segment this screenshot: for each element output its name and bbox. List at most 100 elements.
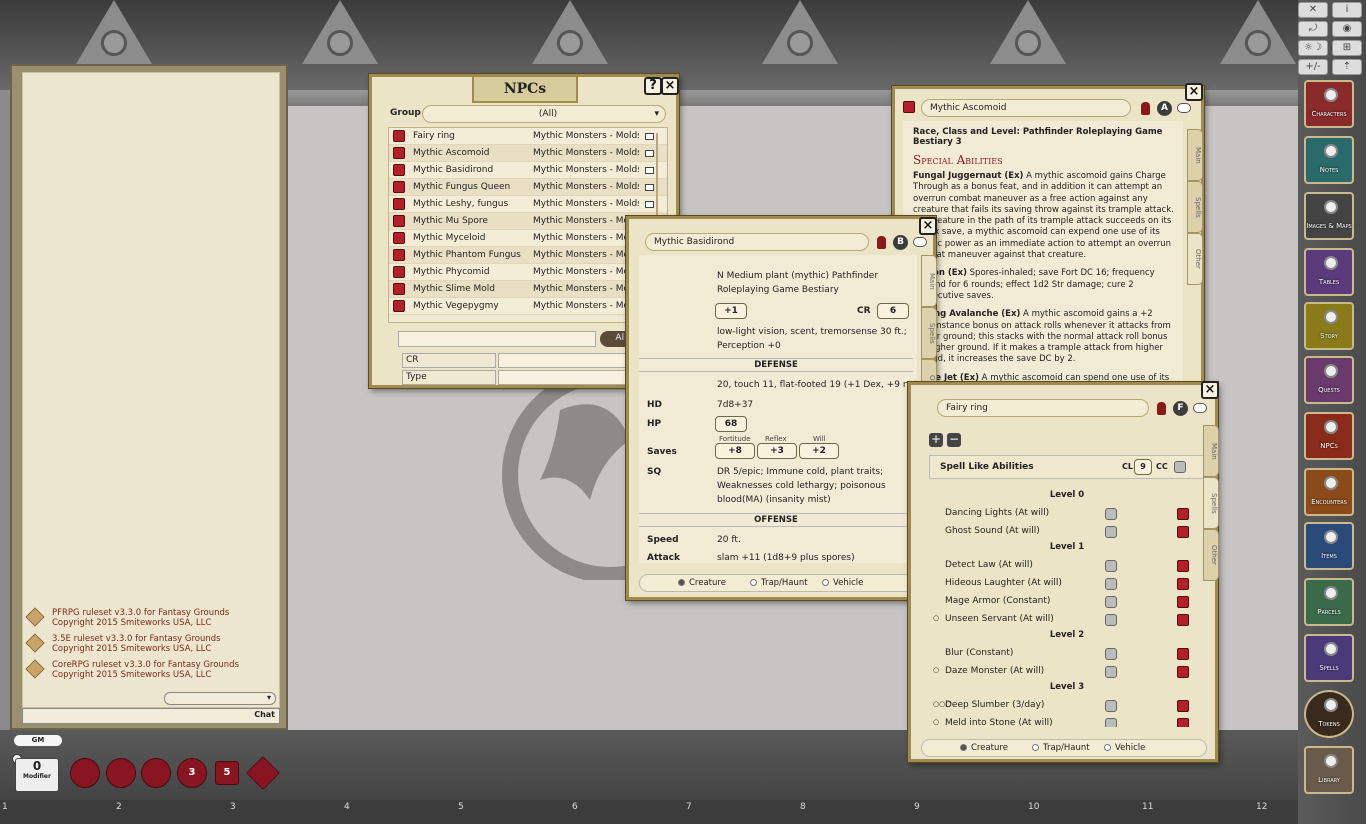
spell-row[interactable]: Detect Law (At will): [929, 557, 1205, 575]
ref-save[interactable]: +3: [757, 443, 797, 459]
tab-other[interactable]: Other: [1187, 233, 1203, 285]
spell-action-icon[interactable]: [1177, 578, 1189, 590]
tab-other[interactable]: Other: [1203, 529, 1219, 581]
spell-row[interactable]: ○○○ Deep Slumber (3/day): [929, 697, 1205, 715]
spell-action-icon[interactable]: [1177, 526, 1189, 538]
spell-row[interactable]: Mage Armor (Constant): [929, 593, 1205, 611]
toolbar-tool-button[interactable]: ☼☽: [1298, 40, 1328, 56]
spell-action-icon[interactable]: [1177, 614, 1189, 626]
d6-icon[interactable]: 5: [215, 761, 239, 785]
close-button[interactable]: ×: [661, 77, 679, 95]
name-filter-input[interactable]: [398, 331, 596, 347]
speech-icon[interactable]: [1193, 403, 1207, 413]
book-icon[interactable]: [645, 133, 654, 140]
cast-button[interactable]: [1105, 560, 1117, 572]
sidebar-library-button[interactable]: Library: [1304, 746, 1354, 794]
group-select[interactable]: (All) ▾: [422, 105, 666, 123]
toolbar-tool-button[interactable]: ◉: [1332, 21, 1362, 37]
id-badge[interactable]: A: [1157, 101, 1172, 116]
chat-input[interactable]: Chat: [22, 708, 280, 724]
close-button[interactable]: ×: [919, 217, 937, 235]
fort-save[interactable]: +8: [715, 443, 755, 459]
sidebar-notes-button[interactable]: Notes: [1304, 136, 1354, 184]
list-item[interactable]: Mythic Basidirond Mythic Monsters - Molds…: [389, 162, 667, 179]
spell-prep-slots[interactable]: ○: [933, 718, 939, 726]
list-item[interactable]: Mythic Fungus Queen Mythic Monsters - Mol…: [389, 179, 667, 196]
cc-button[interactable]: [1174, 461, 1186, 473]
npc-name-field[interactable]: Fairy ring: [937, 399, 1149, 417]
modifier-box[interactable]: 0 Modifier: [15, 758, 59, 792]
spell-row[interactable]: ○ Unseen Servant (At will): [929, 611, 1205, 629]
list-item[interactable]: Mythic Ascomoid Mythic Monsters - Molds, …: [389, 145, 667, 162]
radio-creature[interactable]: Creature: [960, 740, 1008, 756]
toolbar-tool-button[interactable]: i: [1332, 2, 1362, 18]
chat-mode-select[interactable]: ▾: [164, 692, 276, 705]
sidebar-characters-button[interactable]: Characters: [1304, 80, 1354, 128]
npc-name-field[interactable]: Mythic Basidirond: [645, 233, 869, 251]
radio-trap[interactable]: Trap/Haunt: [1032, 740, 1090, 756]
toolbar-tool-button[interactable]: +/-: [1298, 59, 1328, 75]
hp-value[interactable]: 68: [715, 416, 747, 432]
toolbar-tool-button[interactable]: ✕: [1298, 2, 1328, 18]
book-icon[interactable]: [645, 201, 654, 208]
spell-prep-slots[interactable]: ○: [933, 614, 939, 622]
radio-trap[interactable]: Trap/Haunt: [750, 575, 808, 591]
sidebar-story-button[interactable]: Story: [1304, 302, 1354, 350]
toolbar-tool-button[interactable]: ⊞: [1332, 40, 1362, 56]
book-icon[interactable]: [645, 184, 654, 191]
spell-action-icon[interactable]: [1177, 508, 1189, 520]
sidebar-spells-button[interactable]: Spells: [1304, 634, 1354, 682]
d12-icon[interactable]: [106, 758, 136, 788]
tab-main[interactable]: Main: [1187, 129, 1203, 181]
toolbar-tool-button[interactable]: ⤾: [1298, 21, 1328, 37]
sidebar-parcels-button[interactable]: Parcels: [1304, 578, 1354, 626]
list-item[interactable]: Fairy ring Mythic Monsters - Molds, Sl: [389, 128, 667, 145]
sidebar-tables-button[interactable]: Tables: [1304, 248, 1354, 296]
book-icon[interactable]: [645, 167, 654, 174]
tab-spells[interactable]: Spells: [1203, 477, 1219, 529]
id-badge[interactable]: F: [1173, 401, 1188, 416]
init-value[interactable]: +1: [715, 303, 747, 319]
id-badge[interactable]: B: [893, 235, 908, 250]
cl-value[interactable]: 9: [1134, 459, 1152, 475]
lock-icon[interactable]: [877, 236, 886, 249]
cast-button[interactable]: [1105, 578, 1117, 590]
spell-action-icon[interactable]: [1177, 648, 1189, 660]
sidebar-quests-button[interactable]: Quests: [1304, 356, 1354, 404]
cast-button[interactable]: [1105, 526, 1117, 538]
close-button[interactable]: ×: [1185, 83, 1203, 101]
cast-button[interactable]: [1105, 648, 1117, 660]
help-button[interactable]: ?: [644, 77, 662, 95]
spell-row[interactable]: Ghost Sound (At will): [929, 523, 1205, 541]
spell-row[interactable]: Dancing Lights (At will): [929, 505, 1205, 523]
chat-send-button[interactable]: Chat: [254, 710, 275, 719]
sidebar-encounters-button[interactable]: Encounters: [1304, 468, 1354, 516]
d8-icon[interactable]: 3: [177, 758, 207, 788]
sidebar-tokens-button[interactable]: Tokens: [1304, 690, 1354, 738]
spell-action-icon[interactable]: [1177, 596, 1189, 608]
sidebar-images-maps-button[interactable]: Images & Maps: [1304, 192, 1354, 240]
npc-token-icon[interactable]: [903, 101, 915, 113]
cast-button[interactable]: [1105, 666, 1117, 678]
remove-button[interactable]: −: [947, 433, 961, 447]
sidebar-items-button[interactable]: Items: [1304, 522, 1354, 570]
cast-button[interactable]: [1105, 718, 1117, 727]
close-button[interactable]: ×: [1201, 381, 1219, 399]
sidebar-npcs-button[interactable]: NPCs: [1304, 412, 1354, 460]
radio-creature[interactable]: Creature: [678, 575, 726, 591]
speech-icon[interactable]: [1177, 103, 1191, 113]
cast-button[interactable]: [1105, 700, 1117, 712]
spell-row[interactable]: Hideous Laughter (At will): [929, 575, 1205, 593]
list-item[interactable]: Mythic Leshy, fungus Mythic Monsters - Mo…: [389, 196, 667, 213]
cr-value[interactable]: 6: [877, 303, 909, 319]
d10-icon[interactable]: [141, 758, 171, 788]
cast-button[interactable]: [1105, 614, 1117, 626]
cast-button[interactable]: [1105, 596, 1117, 608]
spell-row[interactable]: ○ Meld into Stone (At will): [929, 715, 1205, 727]
spell-action-icon[interactable]: [1177, 560, 1189, 572]
spell-prep-slots[interactable]: ○: [933, 666, 939, 674]
tab-spells[interactable]: Spells: [1187, 181, 1203, 233]
add-button[interactable]: +: [929, 433, 943, 447]
spell-action-icon[interactable]: [1177, 718, 1189, 727]
radio-vehicle[interactable]: Vehicle: [1104, 740, 1145, 756]
